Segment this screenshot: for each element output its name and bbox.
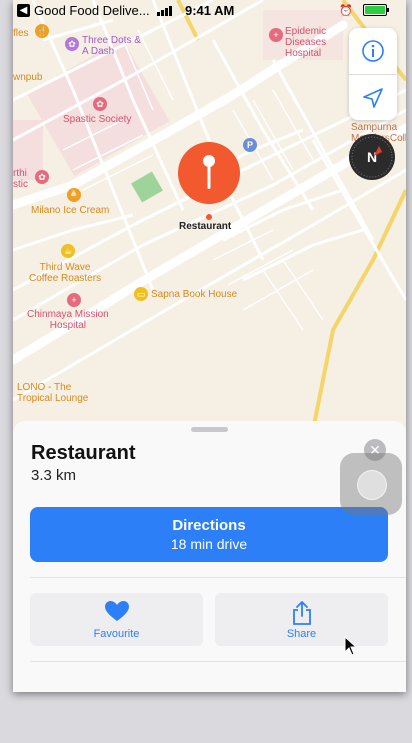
map-label-arthi[interactable]: rthi stic (13, 168, 28, 190)
map-label-chinmaya[interactable]: Chinmaya Mission Hospital (27, 309, 109, 331)
divider (30, 577, 406, 578)
hospital-poi-icon[interactable]: + (269, 28, 283, 42)
pin-location-dot (206, 214, 212, 220)
map-label-waffles[interactable]: fles (13, 28, 29, 39)
compass-icon: N (351, 136, 393, 178)
signal-icon (156, 5, 172, 16)
map-label-restaurant[interactable]: Restaurant (179, 221, 231, 232)
mouse-cursor-icon (344, 636, 358, 656)
cafe-poi-icon[interactable]: ☕ (61, 244, 75, 258)
directions-duration: 18 min drive (170, 536, 248, 552)
status-time: 9:41 AM (185, 2, 235, 18)
svg-text:N: N (367, 149, 377, 165)
ice-cream-poi-icon[interactable]: 🍦 (67, 188, 81, 202)
place-distance: 3.3 km (31, 467, 77, 484)
divider (30, 661, 406, 662)
battery-icon (363, 4, 389, 16)
share-label: Share (286, 628, 317, 640)
favourite-button[interactable]: Favourite (30, 593, 203, 646)
map-label-pub[interactable]: wnpub (13, 72, 42, 83)
directions-button[interactable]: Directions 18 min drive (30, 507, 388, 562)
map-label-sapna[interactable]: Sapna Book House (151, 289, 237, 300)
hospital-poi-icon[interactable]: + (67, 293, 81, 307)
parking-icon[interactable]: P (243, 138, 257, 152)
map-label-spastic-society[interactable]: Spastic Society (63, 114, 131, 125)
back-to-app-icon[interactable]: ◀ (17, 3, 30, 17)
share-icon (292, 601, 311, 625)
status-bar: ◀ Good Food Delive... 9:41 AM ⏰ (13, 0, 406, 20)
share-button[interactable]: Share (215, 593, 388, 646)
current-location-button[interactable] (349, 75, 397, 121)
info-button[interactable] (349, 28, 397, 74)
poi-icon[interactable]: ✿ (65, 37, 79, 51)
phone-screen: ◀ Good Food Delive... 9:41 AM ⏰ 🍴 fles ✿… (13, 0, 406, 692)
restaurant-pin[interactable] (178, 142, 240, 204)
map-label-milano[interactable]: Milano Ice Cream (31, 205, 109, 216)
sheet-grabber[interactable] (191, 427, 228, 432)
compass-button[interactable]: N (349, 134, 395, 180)
map-label-epidemic-hospital[interactable]: Epidemic Diseases Hospital (285, 26, 326, 59)
location-arrow-icon (363, 88, 383, 108)
restaurant-poi-icon[interactable]: 🍴 (35, 24, 49, 38)
place-title: Restaurant (31, 442, 136, 464)
info-icon (362, 40, 384, 62)
alarm-icon: ⏰ (339, 4, 353, 17)
map-label-lono[interactable]: LONO - The Tropical Lounge (17, 382, 88, 404)
directions-label: Directions (172, 517, 246, 534)
poi-icon[interactable]: ✿ (93, 97, 107, 111)
map-label-third-wave[interactable]: Third Wave Coffee Roasters (29, 262, 101, 284)
map-controls (349, 28, 397, 120)
favourite-label: Favourite (93, 628, 140, 640)
map-label-three-dots[interactable]: Three Dots & A Dash (82, 35, 141, 57)
bookstore-poi-icon[interactable]: ▭ (134, 287, 148, 301)
back-to-app-label[interactable]: Good Food Delive... (34, 3, 150, 18)
pin-icon (203, 155, 215, 189)
assistive-touch-button[interactable] (340, 453, 402, 515)
poi-icon[interactable]: ✿ (35, 170, 49, 184)
heart-icon (104, 601, 129, 621)
